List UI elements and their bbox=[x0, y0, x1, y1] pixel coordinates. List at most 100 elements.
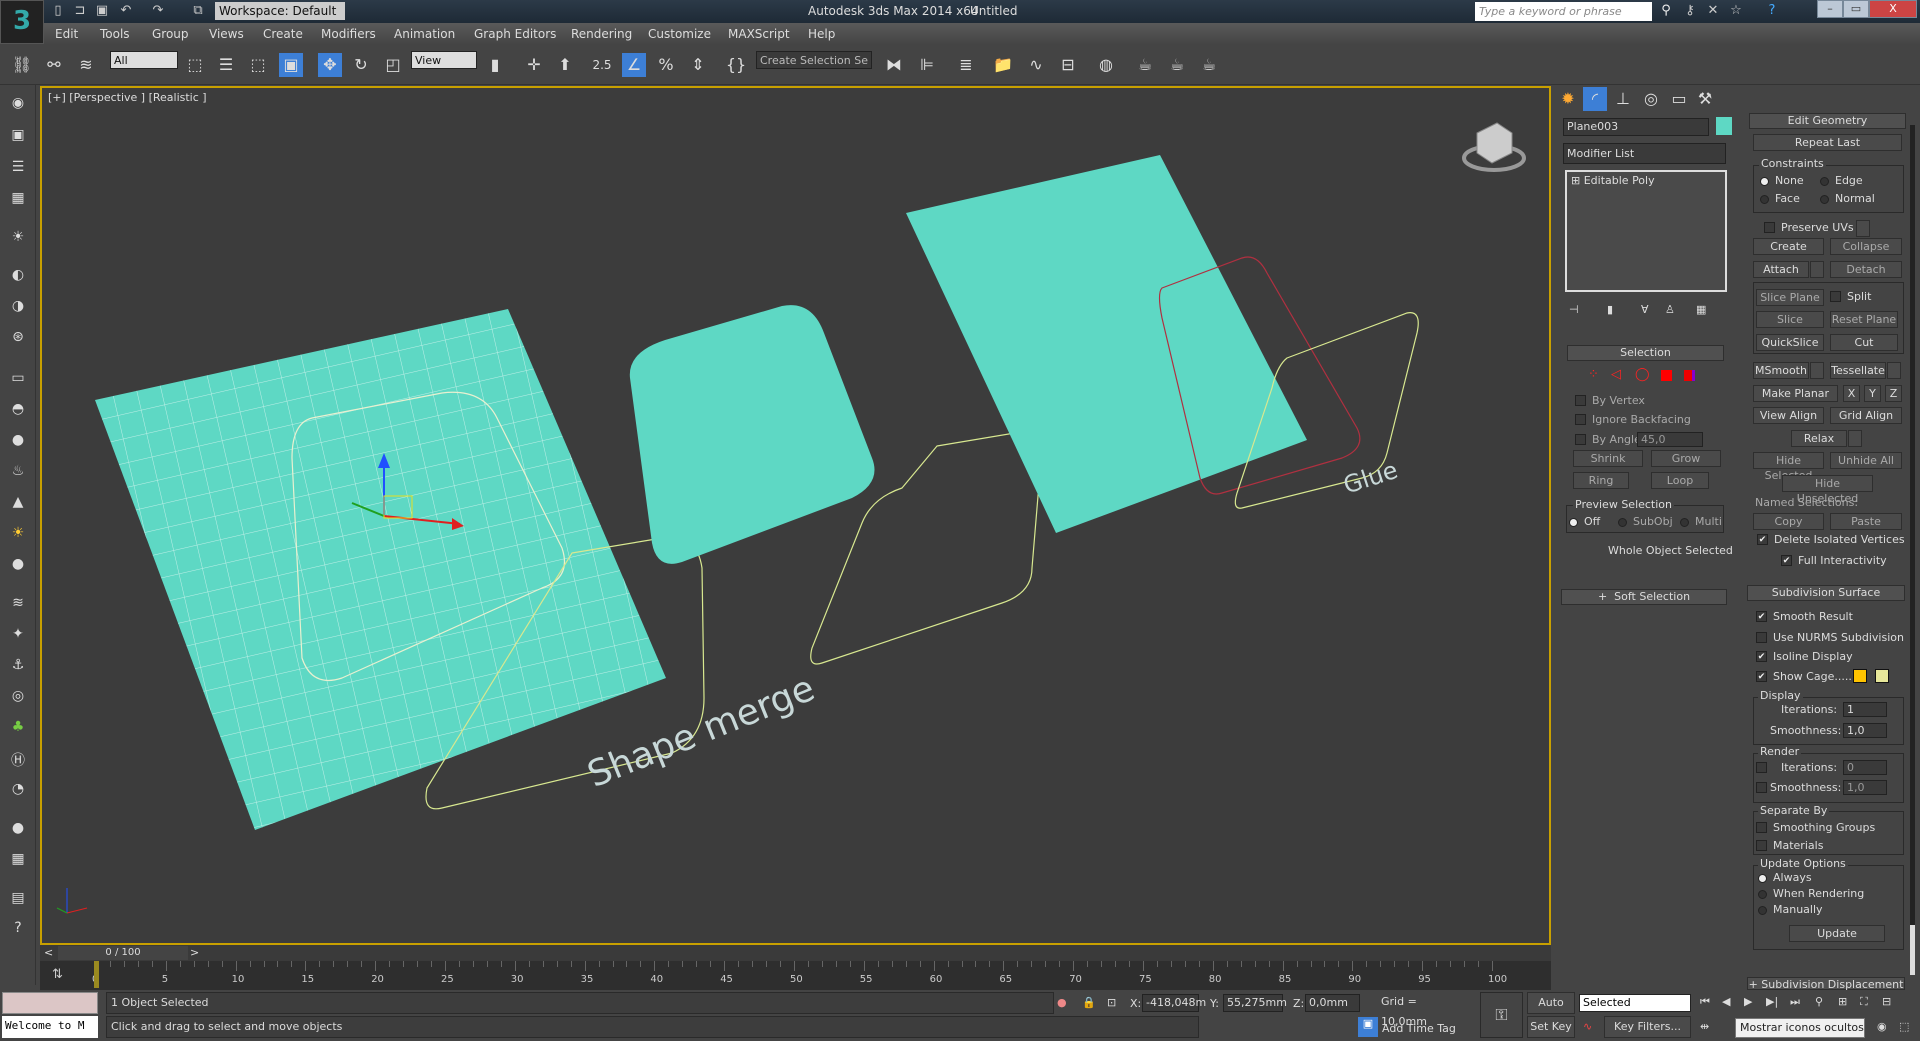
undo-icon[interactable]: ↶ bbox=[118, 3, 134, 19]
preview-off-radio[interactable] bbox=[1569, 518, 1578, 527]
preserve-uvs-checkbox[interactable] bbox=[1764, 222, 1775, 233]
material-editor-icon[interactable]: ◍ bbox=[1094, 53, 1118, 77]
time-slider-thumb[interactable]: 0 / 100 bbox=[58, 946, 188, 960]
zoom-extents-all-icon[interactable]: ⊟ bbox=[1882, 995, 1891, 1008]
create-tab-icon[interactable]: ✹ bbox=[1556, 87, 1580, 111]
cage-color-swatch-1[interactable] bbox=[1853, 669, 1867, 683]
msmooth-button[interactable]: MSmooth bbox=[1753, 362, 1809, 379]
sun-icon[interactable]: ☀ bbox=[8, 525, 28, 545]
split-checkbox[interactable] bbox=[1830, 291, 1841, 302]
maximize-viewport-icon[interactable]: ⬚ bbox=[1899, 1020, 1909, 1033]
time-slider[interactable]: < 0 / 100 > bbox=[40, 945, 1551, 961]
menu-help[interactable]: Help bbox=[808, 27, 835, 41]
maximize-button[interactable]: ▭ bbox=[1843, 0, 1869, 18]
update-always-radio[interactable] bbox=[1758, 874, 1767, 883]
constraint-normal-radio[interactable] bbox=[1820, 195, 1829, 204]
pin-stack-icon[interactable]: ⊣ bbox=[1569, 303, 1579, 316]
display-smoothness-spinner[interactable]: 1,0 bbox=[1843, 723, 1887, 738]
redo-icon[interactable]: ↷ bbox=[150, 3, 166, 19]
zoom-all-icon[interactable]: ⊞ bbox=[1838, 995, 1847, 1008]
cut-button[interactable]: Cut bbox=[1830, 334, 1898, 351]
collapse-button[interactable]: Collapse bbox=[1830, 238, 1902, 255]
snap-toggle[interactable]: 2.5 bbox=[590, 53, 614, 77]
mini-curve-editor-icon[interactable]: ⇅ bbox=[52, 967, 63, 982]
schematic-view-icon[interactable]: ⊟ bbox=[1056, 53, 1080, 77]
show-cage-checkbox[interactable]: ✔ bbox=[1756, 671, 1767, 682]
next-frame-icon[interactable]: ▶| bbox=[1766, 995, 1778, 1008]
menu-group[interactable]: Group bbox=[152, 27, 189, 41]
globe-icon[interactable]: ◎ bbox=[8, 688, 28, 708]
ball-icon[interactable]: ● bbox=[8, 820, 28, 840]
set-key-button[interactable]: Set Key bbox=[1527, 1016, 1575, 1038]
preserve-uvs-settings[interactable] bbox=[1856, 220, 1870, 237]
light-icon[interactable]: ☀ bbox=[8, 229, 28, 249]
repeat-last-button[interactable]: Repeat Last bbox=[1753, 134, 1902, 151]
menu-create[interactable]: Create bbox=[263, 27, 303, 41]
reference-coordinate-dropdown[interactable]: View bbox=[411, 51, 477, 69]
render-smoothness-spinner[interactable]: 1,0 bbox=[1843, 780, 1887, 795]
particle-icon[interactable]: ✦ bbox=[8, 626, 28, 646]
tessellate-settings[interactable] bbox=[1887, 362, 1901, 379]
grow-button[interactable]: Grow bbox=[1651, 450, 1721, 467]
absolute-mode-icon[interactable]: ⊡ bbox=[1107, 996, 1116, 1009]
preview-multi-radio[interactable] bbox=[1680, 518, 1689, 527]
table-icon[interactable]: ▦ bbox=[8, 851, 28, 871]
make-planar-button[interactable]: Make Planar bbox=[1753, 385, 1838, 402]
menu-animation[interactable]: Animation bbox=[394, 27, 455, 41]
loop-button[interactable]: Loop bbox=[1651, 472, 1709, 489]
object-name-field[interactable]: Plane003 bbox=[1563, 118, 1709, 136]
by-angle-checkbox[interactable] bbox=[1575, 434, 1586, 445]
display-tab-icon[interactable]: ▭ bbox=[1667, 87, 1691, 111]
motion-tab-icon[interactable]: ◎ bbox=[1639, 87, 1663, 111]
script-icon[interactable]: ▤ bbox=[8, 890, 28, 910]
add-time-tag-button[interactable]: Add Time Tag bbox=[1382, 1022, 1456, 1035]
previous-frame-icon[interactable]: ◀ bbox=[1722, 995, 1730, 1008]
teapot-icon[interactable]: ♨ bbox=[8, 463, 28, 483]
workspace-dropdown[interactable]: Workspace: Default bbox=[215, 2, 345, 20]
spinner-snap-icon[interactable]: ⇕ bbox=[686, 53, 710, 77]
edge-mode-icon[interactable]: ◁ bbox=[1611, 367, 1621, 382]
display-iterations-spinner[interactable]: 1 bbox=[1843, 702, 1887, 717]
modifier-stack[interactable]: ⊞ Editable Poly bbox=[1565, 170, 1727, 292]
maxscript-listener-output[interactable] bbox=[2, 992, 98, 1014]
app-logo-button[interactable]: 3 bbox=[0, 0, 44, 44]
ignore-backfacing-checkbox[interactable] bbox=[1575, 414, 1586, 425]
selection-rollout-header[interactable]: Selection bbox=[1567, 345, 1724, 361]
hide-selected-button[interactable]: Hide Selected bbox=[1753, 452, 1824, 482]
tessellate-button[interactable]: Tessellate bbox=[1830, 362, 1886, 379]
key-filters-button[interactable]: Key Filters... bbox=[1604, 1016, 1691, 1038]
by-vertex-checkbox[interactable] bbox=[1575, 395, 1586, 406]
vertex-mode-icon[interactable]: ⁘ bbox=[1588, 367, 1599, 382]
modifier-list-dropdown[interactable]: Modifier List bbox=[1563, 143, 1726, 164]
manipulate-icon[interactable]: ✛ bbox=[522, 53, 546, 77]
key-icon[interactable]: ⚷ bbox=[1682, 3, 1698, 19]
zoom-extents-icon[interactable]: ⛶ bbox=[1860, 995, 1868, 1009]
isolate-icon[interactable]: ▣ bbox=[8, 127, 28, 147]
update-when-rendering-radio[interactable] bbox=[1758, 890, 1767, 899]
subdivision-displacement-rollout-header[interactable]: + Subdivision Displacement bbox=[1747, 977, 1905, 991]
edit-geometry-rollout-header[interactable]: Edit Geometry bbox=[1749, 113, 1906, 129]
close-button[interactable]: X bbox=[1869, 0, 1917, 18]
create-button[interactable]: Create bbox=[1753, 238, 1824, 255]
relax-settings[interactable] bbox=[1848, 430, 1862, 447]
viewcube[interactable] bbox=[1462, 122, 1526, 172]
track-bar[interactable]: 0510152025303540455055606570758085909510… bbox=[40, 961, 1551, 990]
pivot-icon[interactable]: ▮ bbox=[483, 53, 507, 77]
utilities-tab-icon[interactable]: ⚒ bbox=[1693, 87, 1717, 111]
sphere-icon[interactable]: ● bbox=[8, 432, 28, 452]
element-mode-icon[interactable] bbox=[1684, 370, 1695, 381]
rendered-frame-icon[interactable]: ☕ bbox=[1165, 53, 1189, 77]
modify-tab-icon[interactable]: ◜ bbox=[1583, 87, 1607, 111]
show-end-result-icon[interactable]: ▮ bbox=[1607, 303, 1613, 316]
align-icon[interactable]: ⊫ bbox=[915, 53, 939, 77]
unlink-icon[interactable]: ⚯ bbox=[42, 53, 66, 77]
copy-button[interactable]: Copy bbox=[1753, 513, 1824, 530]
grid-icon[interactable]: ▦ bbox=[8, 190, 28, 210]
menu-tools[interactable]: Tools bbox=[100, 27, 130, 41]
rounded-shape[interactable] bbox=[629, 305, 875, 564]
msmooth-settings[interactable] bbox=[1810, 362, 1824, 379]
update-manually-radio[interactable] bbox=[1758, 906, 1767, 915]
go-to-end-icon[interactable]: ⏭ bbox=[1790, 995, 1800, 1009]
use-nurms-checkbox[interactable] bbox=[1756, 632, 1767, 643]
rectangular-selection-icon[interactable]: ⬚ bbox=[246, 53, 270, 77]
